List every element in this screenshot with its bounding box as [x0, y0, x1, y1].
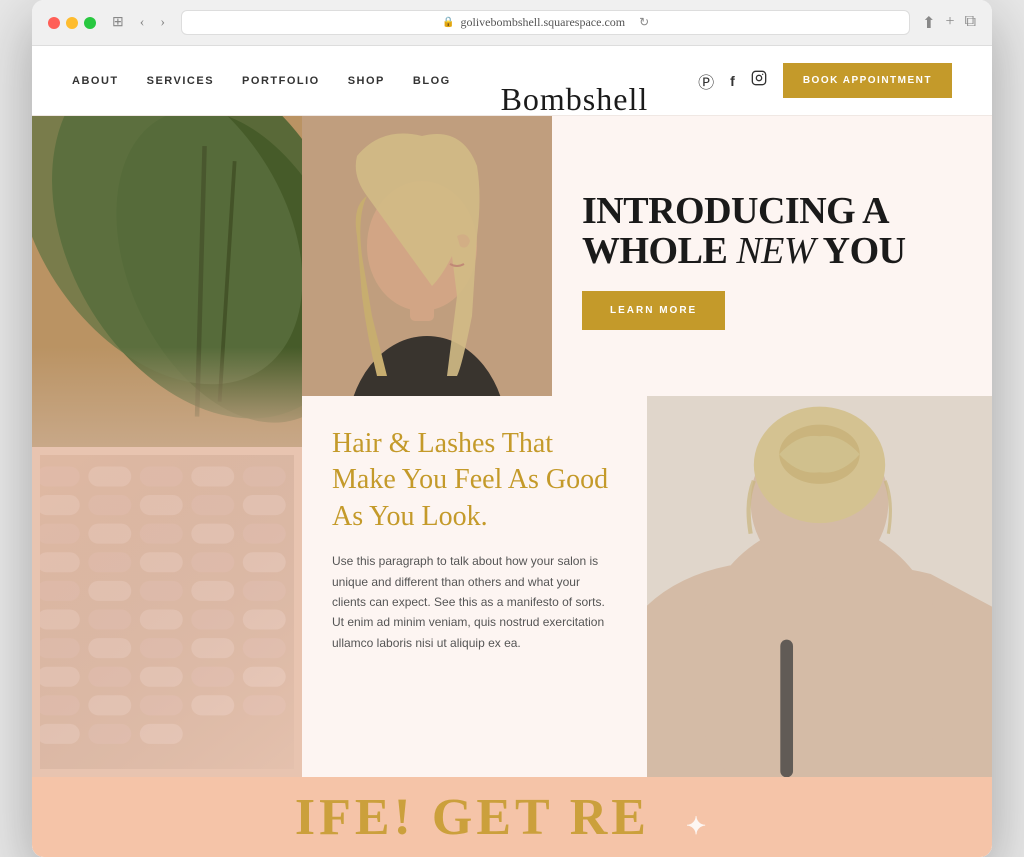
nav-services[interactable]: SERVICES	[147, 75, 214, 87]
facebook-icon[interactable]: f	[730, 73, 735, 89]
share-icon[interactable]: ⬆	[922, 13, 935, 33]
browser-actions: ⬆ + ⧉	[922, 13, 976, 33]
footer-text: IFE! GET RE ✦	[295, 788, 729, 847]
sidebar-toggle-icon[interactable]: ⊞	[108, 12, 128, 33]
nav-blog[interactable]: BLOG	[413, 75, 451, 87]
browser-chrome: ⊞ ‹ › 🔒 golivebombshell.squarespace.com …	[32, 0, 992, 46]
hero-heading-line2-start: WHOLE	[582, 230, 736, 272]
footer-peek: IFE! GET RE ✦	[32, 777, 992, 857]
pill-photo	[32, 447, 302, 778]
updo-hair-photo	[647, 396, 992, 777]
left-image-column	[32, 116, 302, 777]
close-button[interactable]	[48, 17, 60, 29]
website-content: ABOUT SERVICES PORTFOLIO SHOP BLOG Bombs…	[32, 46, 992, 857]
hero-heading-italic: NEW	[736, 230, 815, 272]
address-bar[interactable]: 🔒 golivebombshell.squarespace.com ↻	[181, 10, 910, 35]
site-logo[interactable]: Bombshell	[501, 81, 649, 118]
hero-heading-line2-end: YOU	[815, 230, 906, 272]
hero-text-block: INTRODUCING A WHOLE NEW YOU LEARN MORE	[552, 116, 992, 396]
nav-about[interactable]: ABOUT	[72, 75, 119, 87]
nav-links-left: ABOUT SERVICES PORTFOLIO SHOP BLOG	[72, 75, 451, 87]
lock-icon: 🔒	[442, 17, 454, 28]
hair-lashes-title: Hair & Lashes That Make You Feel As Good…	[332, 426, 617, 535]
body-text: Use this paragraph to talk about how you…	[332, 551, 617, 653]
maximize-button[interactable]	[84, 17, 96, 29]
navigation: ABOUT SERVICES PORTFOLIO SHOP BLOG Bombs…	[32, 46, 992, 116]
main-content: INTRODUCING A WHOLE NEW YOU LEARN MORE H…	[32, 116, 992, 857]
hair-lashes-section: Hair & Lashes That Make You Feel As Good…	[302, 396, 647, 777]
footer-star-icon: ✦	[686, 814, 709, 840]
browser-window: ⊞ ‹ › 🔒 golivebombshell.squarespace.com …	[32, 0, 992, 857]
back-icon[interactable]: ‹	[136, 13, 149, 33]
bottom-row: Hair & Lashes That Make You Feel As Good…	[302, 396, 992, 777]
nav-portfolio[interactable]: PORTFOLIO	[242, 75, 320, 87]
reload-icon[interactable]: ↻	[639, 15, 649, 30]
left-col-photo	[32, 116, 302, 777]
learn-more-button[interactable]: LEARN MORE	[582, 291, 725, 330]
browser-controls: ⊞ ‹ ›	[108, 12, 169, 33]
instagram-icon[interactable]	[751, 70, 767, 91]
footer-text-content: IFE! GET RE	[295, 789, 650, 846]
traffic-lights	[48, 17, 96, 29]
new-tab-icon[interactable]: +	[946, 13, 955, 33]
hero-heading: INTRODUCING A WHOLE NEW YOU	[582, 192, 962, 272]
leaf-photo	[32, 116, 302, 447]
nav-shop[interactable]: SHOP	[348, 75, 385, 87]
hero-section: INTRODUCING A WHOLE NEW YOU LEARN MORE H…	[32, 116, 992, 777]
pinterest-icon[interactable]: Ⓟ	[698, 69, 714, 93]
right-content-column: INTRODUCING A WHOLE NEW YOU LEARN MORE H…	[302, 116, 992, 777]
tab-overview-icon[interactable]: ⧉	[965, 13, 976, 33]
url-text: golivebombshell.squarespace.com	[460, 15, 625, 30]
book-appointment-button[interactable]: BOOK APPOINTMENT	[783, 63, 952, 98]
forward-icon[interactable]: ›	[156, 13, 169, 33]
minimize-button[interactable]	[66, 17, 78, 29]
hero-woman-photo	[302, 116, 552, 396]
hero-heading-line1: INTRODUCING A	[582, 190, 889, 232]
nav-right: Ⓟ f BOOK APPOINTMENT	[698, 63, 952, 98]
hero-images-row: INTRODUCING A WHOLE NEW YOU LEARN MORE	[302, 116, 992, 396]
